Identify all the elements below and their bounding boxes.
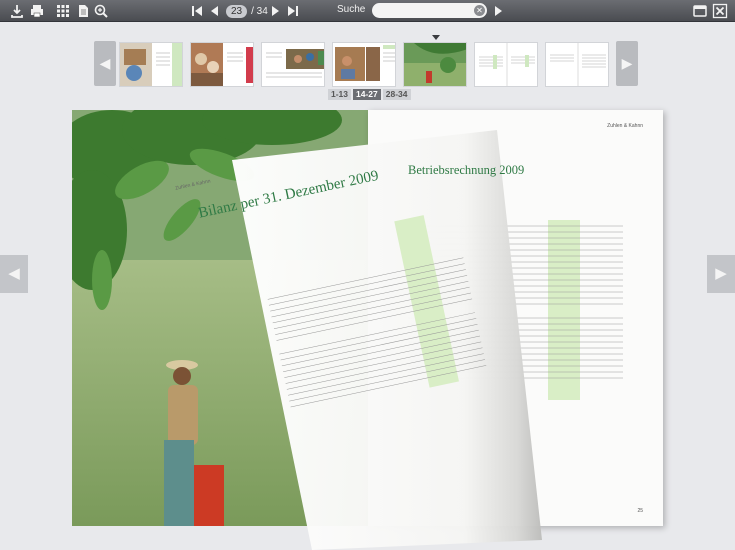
search-label: Suche — [337, 4, 366, 15]
last-page-icon[interactable] — [285, 3, 301, 19]
thumbnail-spread-3[interactable] — [261, 42, 325, 87]
range-tab-1[interactable]: 1-13 — [328, 89, 352, 100]
strip-prev-button[interactable]: ◀ — [94, 41, 116, 86]
range-tab-2-active[interactable]: 14-27 — [353, 89, 381, 100]
page-range-tabs: 1-13 14-27 28-34 — [328, 89, 411, 100]
thumbnail-spread-4[interactable] — [332, 42, 396, 87]
clear-search-icon[interactable]: ✕ — [474, 5, 485, 16]
page-number: 25 — [637, 508, 643, 514]
window-icon[interactable] — [692, 3, 708, 19]
page-counter: 23 / 34 — [226, 4, 268, 18]
next-page-icon[interactable] — [268, 3, 284, 19]
page-total: / 34 — [251, 5, 268, 17]
thumbnail-spread-2[interactable] — [190, 42, 254, 87]
strip-next-button[interactable]: ▶ — [616, 41, 638, 86]
search-input[interactable] — [372, 3, 487, 18]
search-go-icon[interactable] — [490, 3, 506, 19]
thumbnail-spread-5-current[interactable] — [403, 42, 467, 87]
thumbnail-spread-6[interactable] — [474, 42, 538, 87]
print-icon[interactable] — [29, 3, 45, 19]
thumbnail-spread-1[interactable] — [119, 42, 183, 87]
first-page-icon[interactable] — [189, 3, 205, 19]
download-icon[interactable] — [9, 3, 25, 19]
range-tab-3[interactable]: 28-34 — [382, 89, 411, 100]
current-spread-marker — [432, 35, 440, 40]
prev-page-icon[interactable] — [206, 3, 222, 19]
zoom-icon[interactable] — [93, 3, 109, 19]
page-icon[interactable] — [75, 3, 91, 19]
thumbnail-spread-7[interactable] — [545, 42, 609, 87]
next-spread-button[interactable]: ▶ — [707, 255, 735, 293]
book-spread: Zuhlen & Kahnn 25 Bilanz per 31. Dezembe… — [72, 110, 663, 550]
toolbar: 23 / 34 Suche ✕ — [0, 0, 735, 22]
current-page-field[interactable]: 23 — [226, 4, 248, 18]
thumbnail-strip: ◀ ▶ — [94, 40, 638, 90]
right-page-header: Zuhlen & Kahnn — [607, 123, 643, 129]
income-statement-title: Betriebsrechnung 2009 — [408, 163, 525, 177]
prev-spread-button[interactable]: ◀ — [0, 255, 28, 293]
grid-icon[interactable] — [55, 3, 71, 19]
close-icon[interactable] — [712, 3, 728, 19]
